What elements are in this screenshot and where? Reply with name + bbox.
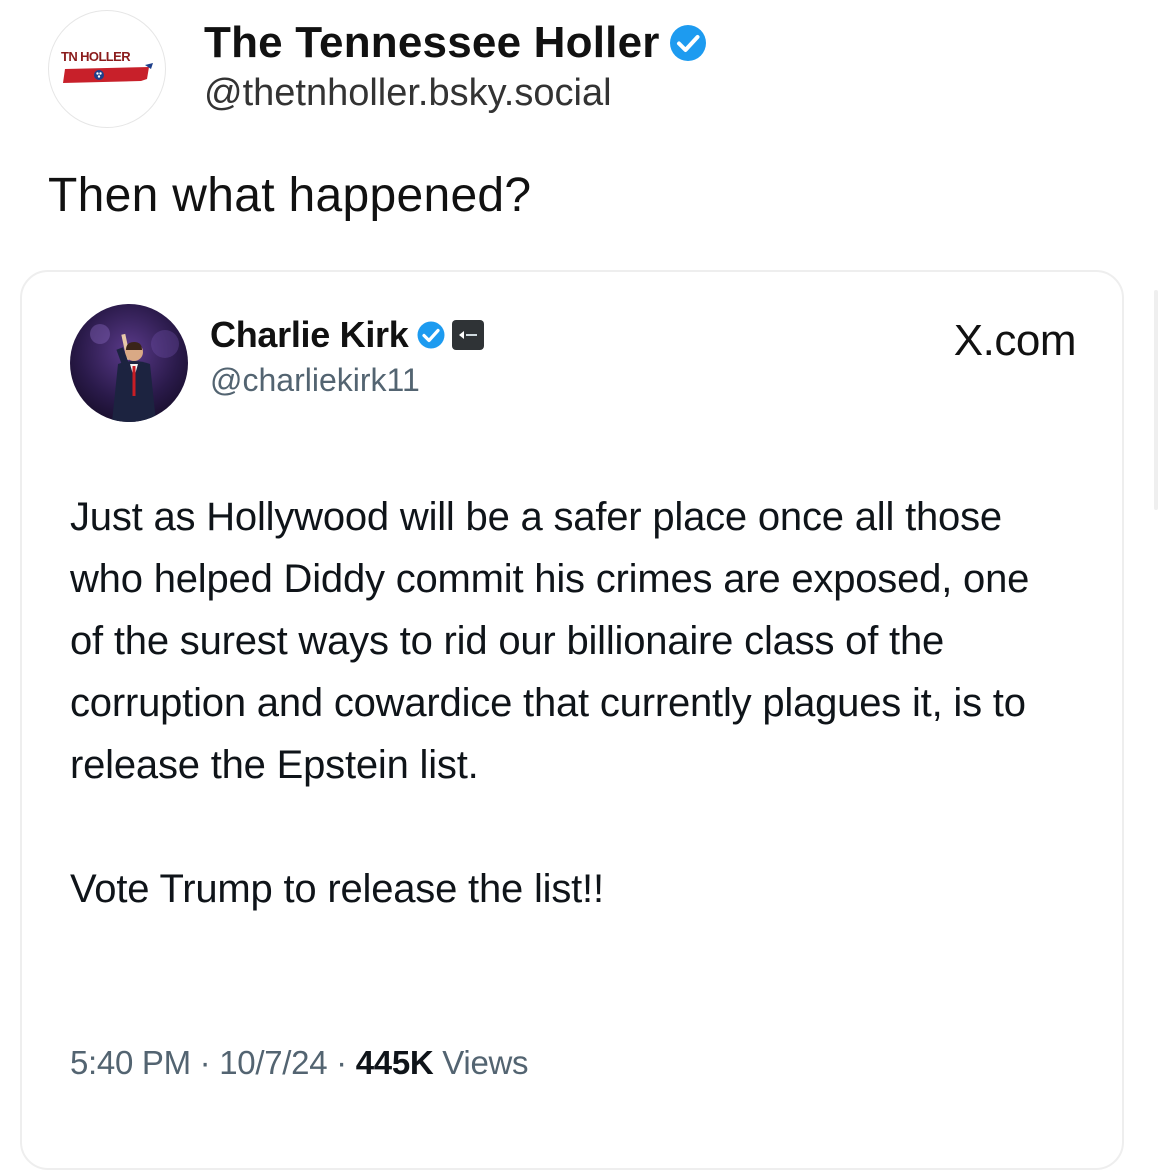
author-name[interactable]: The Tennessee Holler bbox=[204, 18, 660, 68]
scrollbar[interactable] bbox=[1154, 290, 1158, 510]
views-label: Views bbox=[442, 1044, 529, 1081]
author-handle[interactable]: @thetnholler.bsky.social bbox=[204, 72, 708, 115]
post-date[interactable]: 10/7/24 bbox=[219, 1044, 327, 1081]
embed-paragraph: Vote Trump to release the list!! bbox=[70, 867, 604, 911]
post-text: Then what happened? bbox=[48, 169, 532, 222]
author-block: The Tennessee Holler @thetnholler.bsky.s… bbox=[204, 18, 708, 115]
affiliate-badge-icon[interactable] bbox=[452, 320, 485, 350]
source-label[interactable]: X.com bbox=[954, 316, 1077, 366]
meta-separator: · bbox=[336, 1044, 347, 1081]
embed-author-block: Charlie Kirk @charliekirk11 bbox=[210, 314, 485, 399]
views-count: 445K bbox=[355, 1044, 434, 1081]
embed-author-handle[interactable]: @charliekirk11 bbox=[210, 362, 484, 399]
embed-author-avatar[interactable] bbox=[70, 304, 188, 422]
embed-author-name[interactable]: Charlie Kirk bbox=[210, 314, 409, 356]
meta-separator: · bbox=[199, 1044, 211, 1081]
quoted-post-card[interactable]: Charlie Kirk @charliekirk11 X.com Just a… bbox=[20, 270, 1124, 1170]
author-name-row: The Tennessee Holler bbox=[204, 18, 708, 68]
verified-check-icon bbox=[416, 320, 446, 350]
embed-meta: 5:40 PM · 10/7/24 · 445K Views bbox=[70, 1044, 529, 1082]
embed-body: Just as Hollywood will be a safer place … bbox=[70, 486, 1070, 920]
post-time[interactable]: 5:40 PM bbox=[70, 1044, 191, 1081]
author-avatar[interactable]: TN HOLLER bbox=[48, 10, 166, 128]
verified-check-icon bbox=[668, 23, 708, 63]
embed-name-row: Charlie Kirk bbox=[210, 314, 485, 356]
embed-paragraph: Just as Hollywood will be a safer place … bbox=[70, 495, 1030, 787]
svg-text:TN HOLLER: TN HOLLER bbox=[61, 49, 131, 64]
tn-holler-logo: TN HOLLER bbox=[61, 49, 153, 83]
post-header: TN HOLLER The Tennessee Holler @thetnhol… bbox=[48, 10, 708, 128]
